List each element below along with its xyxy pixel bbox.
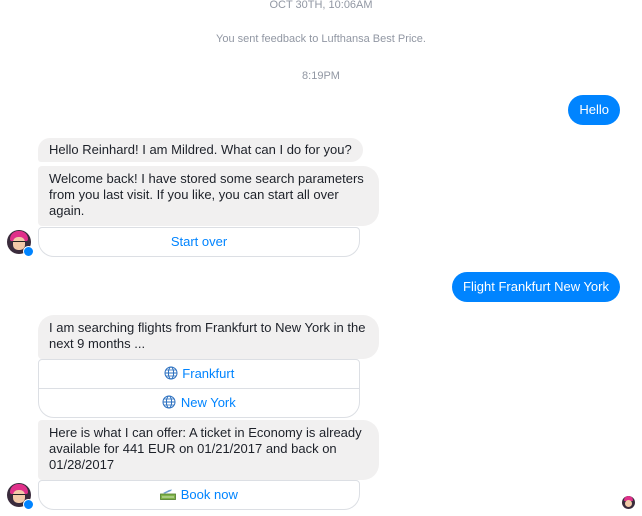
user-message-flight: Flight Frankfurt New York [452, 272, 620, 302]
welcome-line-2: from you last visit. If you like, you ca… [49, 187, 339, 202]
read-receipt-avatar [622, 496, 635, 509]
offer-line-3: 01/28/2017 [49, 457, 115, 472]
feedback-notice: You sent feedback to Lufthansa Best Pric… [216, 33, 426, 45]
globe-icon [164, 366, 182, 381]
search-line-2: next 9 months ... [49, 336, 146, 351]
welcome-line-1: Welcome back! I have stored some search … [49, 171, 364, 186]
bot-message-offer: Here is what I can offer: A ticket in Ec… [38, 420, 379, 480]
messenger-badge-icon [23, 246, 34, 257]
airplane-ticket-icon [160, 487, 180, 502]
search-line-1: I am searching flights from Frankfurt to… [49, 320, 366, 335]
globe-icon [162, 395, 180, 410]
offer-line-2: available for 441 EUR on 01/21/2017 and … [49, 441, 337, 456]
timestamp-middle: 8:19PM [302, 70, 340, 82]
start-over-label: Start over [170, 234, 228, 249]
frankfurt-button[interactable]: Frankfurt [38, 359, 360, 389]
bot-message-greeting: Hello Reinhard! I am Mildred. What can I… [38, 138, 363, 162]
bot-message-searching: I am searching flights from Frankfurt to… [38, 315, 379, 359]
start-over-button[interactable]: Start over [38, 227, 360, 257]
frankfurt-label: Frankfurt [182, 366, 235, 381]
new-york-button[interactable]: New York [38, 388, 360, 418]
new-york-label: New York [180, 395, 236, 410]
timestamp-top: OCT 30TH, 10:06AM [269, 0, 373, 11]
messenger-badge-icon [23, 499, 34, 510]
welcome-line-3: again. [49, 203, 85, 218]
bot-message-welcome: Welcome back! I have stored some search … [38, 166, 379, 226]
book-now-label: Book now [180, 487, 238, 502]
user-message-hello: Hello [568, 95, 620, 125]
book-now-button[interactable]: Book now [38, 480, 360, 510]
offer-line-1: Here is what I can offer: A ticket in Ec… [49, 425, 362, 440]
